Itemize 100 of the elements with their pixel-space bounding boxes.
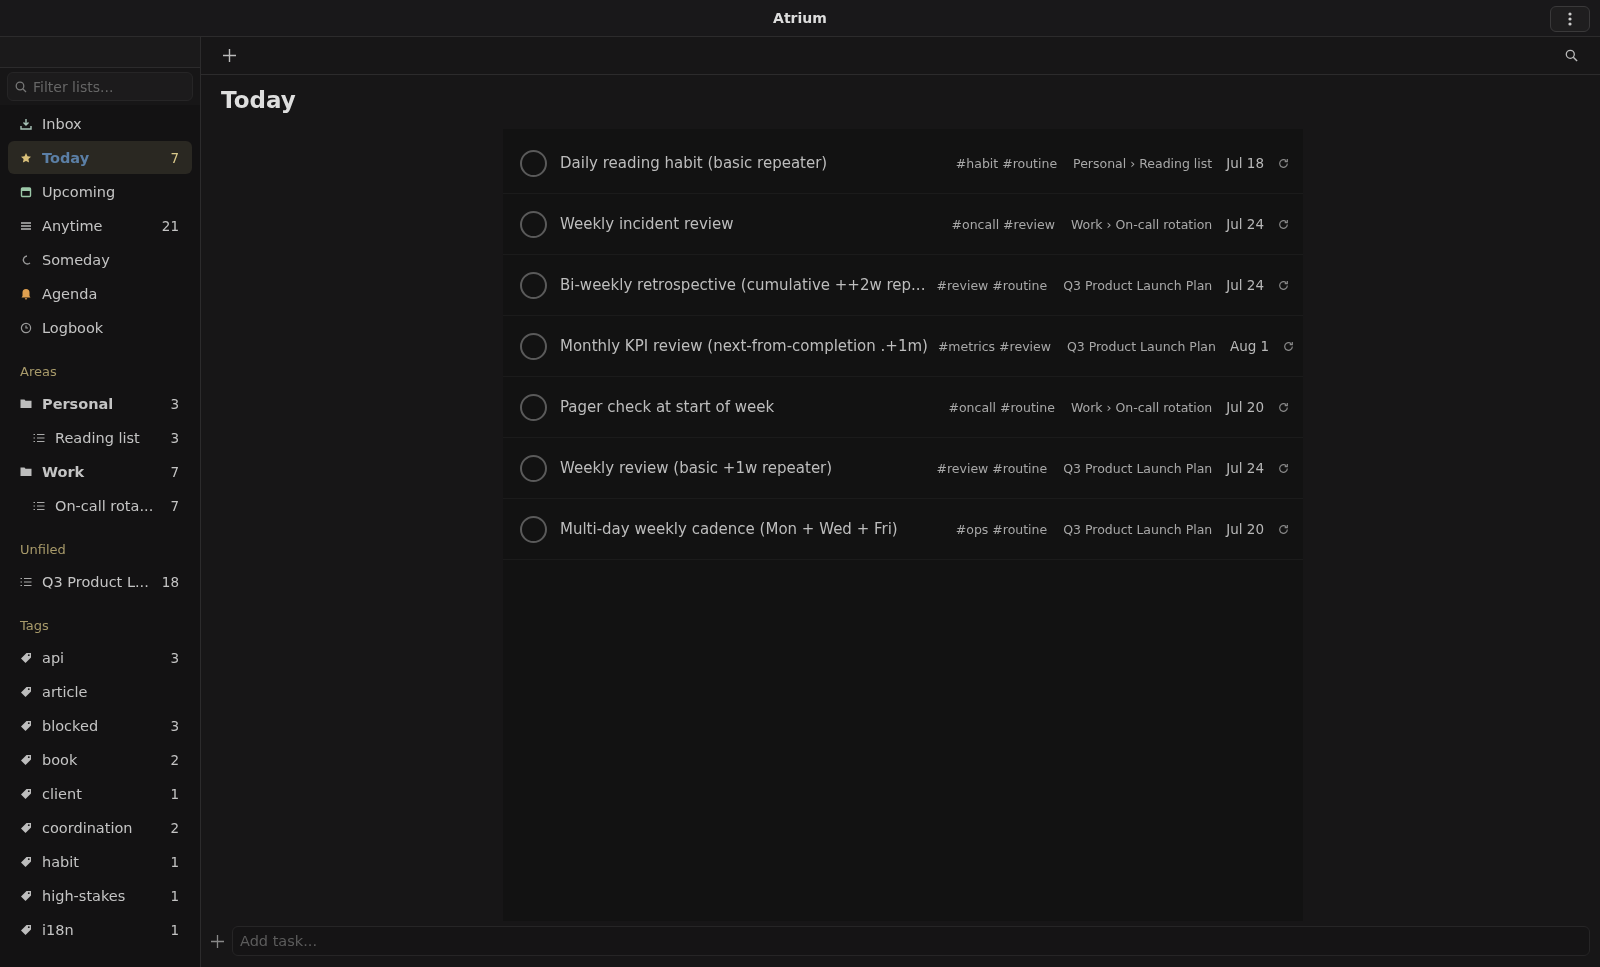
task-checkbox[interactable] [520,454,547,482]
nav-item[interactable]: Inbox [8,107,192,140]
search-icon [1565,49,1578,62]
repeat-icon [1278,157,1289,169]
add-button[interactable] [221,47,238,64]
task-date: Jul 20 [1226,399,1264,415]
task-tags: #review #routine [936,460,1048,476]
nav-item[interactable]: Someday [8,243,192,276]
task-checkbox[interactable] [520,393,547,421]
task-tags: #oncall #routine [948,399,1055,415]
task-row[interactable]: Bi-weekly retrospective (cumulative ++2w rep... #review #routine Q3 Product Launch Plan Jul 24 [503,255,1303,316]
repeat-icon [1278,279,1289,291]
task-title: Bi-weekly retrospective (cumulative ++2w rep... [560,276,927,294]
nav-item[interactable]: Logbook [8,311,192,344]
task-date: Jul 24 [1226,216,1264,232]
lines-icon [20,219,32,232]
task-row[interactable]: Pager check at start of week #oncall #routine Work › On-call rotation Jul 20 [503,377,1303,438]
task-title: Monthly KPI review (next-from-completion .+1m) [560,337,928,355]
task-row[interactable]: Multi-day weekly cadence (Mon + Wed + Fri) #ops #routine Q3 Product Launch Plan Jul 20 [503,499,1303,560]
task-row[interactable]: Monthly KPI review (next-from-completion .+1m) #metrics #review Q3 Product Launch Plan Aug 1 [503,316,1303,377]
window-title: Atrium [773,10,827,26]
task-row[interactable]: Weekly review (basic +1w repeater) #review #routine Q3 Product Launch Plan Jul 24 [503,438,1303,499]
nav-item[interactable]: Today 7 [8,141,192,174]
section-heading: Tags [19,617,50,635]
task-tags: #review #routine [936,277,1048,293]
tag-item[interactable]: api 3 [8,641,192,674]
repeat-icon [1278,462,1289,474]
tag-item[interactable]: article [8,675,192,708]
tag-icon [20,923,32,936]
tag-item[interactable]: coordination 2 [8,811,192,844]
task-project: Work › On-call rotation [1070,399,1213,415]
tag-icon [20,855,32,868]
area-item[interactable]: Personal 3 [8,387,192,420]
folder-icon [20,398,32,409]
list-icon [33,500,45,511]
clock-icon [20,321,32,334]
task-date: Aug 1 [1229,338,1270,354]
list-item[interactable]: Reading list 3 [8,421,192,454]
tag-icon [20,651,32,664]
task-date: Jul 20 [1226,521,1264,537]
tag-item[interactable]: high-stakes 1 [8,879,192,912]
task-tags: #oncall #review [951,216,1055,232]
task-date: Jul 24 [1226,460,1264,476]
task-row[interactable]: Daily reading habit (basic repeater) #habit #routine Personal › Reading list Jul 18 [503,133,1303,194]
tag-icon [20,753,32,766]
repeat-icon [1278,523,1289,535]
folder-icon [20,466,32,477]
tag-item[interactable]: client 1 [8,777,192,810]
task-tags: #ops #routine [955,521,1048,537]
list-item[interactable]: On-call rota... 7 [8,489,192,522]
tag-icon [20,821,32,834]
tag-item[interactable]: blocked 3 [8,709,192,742]
tag-icon [20,889,32,902]
task-checkbox[interactable] [520,332,547,360]
bell-icon [20,287,32,300]
task-project: Q3 Product Launch Plan [1063,521,1213,537]
search-icon [15,81,27,93]
plus-icon [211,934,224,948]
task-row[interactable]: Weekly incident review #oncall #review Work › On-call rotation Jul 24 [503,194,1303,255]
more-button[interactable] [1550,6,1590,32]
tag-item[interactable]: i18n 1 [8,913,192,946]
repeat-icon [1283,340,1295,352]
list-item[interactable]: Q3 Product L... 18 [8,565,192,598]
plus-icon [223,49,236,62]
task-title: Weekly incident review [560,215,735,233]
section-heading: Unfiled [19,541,67,559]
task-date: Jul 18 [1226,155,1264,171]
moon-icon [20,253,32,266]
task-checkbox[interactable] [520,210,547,238]
task-tags: #metrics #review [937,338,1051,354]
add-task-field[interactable]: Add task... [232,926,1590,956]
tag-icon [20,719,32,732]
task-date: Jul 24 [1226,277,1264,293]
task-checkbox[interactable] [520,271,547,299]
task-checkbox[interactable] [520,515,547,543]
tag-item[interactable]: book 2 [8,743,192,776]
tag-item[interactable]: habit 1 [8,845,192,878]
task-title: Daily reading habit (basic repeater) [560,154,829,172]
nav-item[interactable]: Agenda [8,277,192,310]
task-title: Weekly review (basic +1w repeater) [560,459,834,477]
nav-item[interactable]: Upcoming [8,175,192,208]
star-icon [20,151,32,164]
task-title: Multi-day weekly cadence (Mon + Wed + Fri) [560,520,899,538]
task-checkbox[interactable] [520,149,547,177]
area-item[interactable]: Work 7 [8,455,192,488]
task-tags: #habit #routine [955,155,1058,171]
tag-icon [20,685,32,698]
repeat-icon [1278,218,1289,230]
task-title: Pager check at start of week [560,398,776,416]
nav-item[interactable]: Anytime 21 [8,209,192,242]
page-title: Today [221,87,297,113]
task-project: Q3 Product Launch Plan [1063,277,1213,293]
task-project: Q3 Product Launch Plan [1063,460,1213,476]
filter-field[interactable]: Filter lists... [7,72,193,101]
repeat-icon [1278,401,1289,413]
calendar-icon [20,185,32,198]
list-icon [33,432,45,443]
inbox-icon [20,117,32,130]
search-button[interactable] [1563,47,1580,64]
task-project: Q3 Product Launch Plan [1066,338,1216,354]
